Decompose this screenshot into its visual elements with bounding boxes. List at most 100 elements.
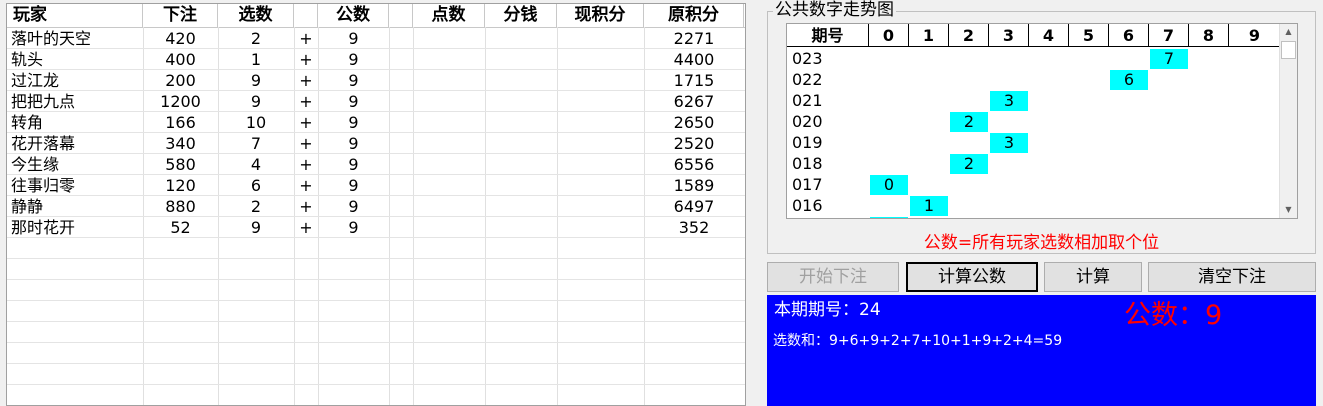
clear-bet-button[interactable]: 清空下注: [1148, 262, 1316, 292]
trend-col-digit[interactable]: 8: [1189, 24, 1229, 47]
public-value: 9: [348, 113, 359, 132]
original-score: 6497: [673, 197, 715, 216]
trend-value-cell: 1: [910, 196, 948, 216]
start-bet-button[interactable]: 开始下注: [767, 262, 899, 292]
trend-value-cell: 3: [990, 91, 1028, 111]
public-value: 9: [348, 176, 359, 195]
trend-scrollbar[interactable]: ▲ ▼: [1279, 24, 1297, 218]
pick-number: 9: [250, 218, 262, 237]
op-sign: +: [299, 134, 313, 153]
pick-number: 2: [250, 29, 262, 48]
trend-col-digit[interactable]: 9: [1229, 24, 1281, 47]
op-sign: +: [299, 218, 313, 237]
calc-public-button[interactable]: 计算公数: [906, 262, 1038, 292]
op-sign: +: [299, 29, 313, 48]
grid-hline: [7, 384, 745, 385]
col-bet[interactable]: 下注: [143, 4, 218, 27]
trend-col-digit[interactable]: 0: [869, 24, 909, 47]
trend-period: 016: [792, 196, 823, 215]
trend-col-digit[interactable]: 2: [949, 24, 989, 47]
trend-period: 021: [792, 91, 823, 110]
original-score: 1589: [673, 176, 715, 195]
col-points[interactable]: 点数: [413, 4, 485, 27]
trend-col-digit[interactable]: 1: [909, 24, 949, 47]
player-name: 那时花开: [11, 218, 76, 237]
original-score: 2650: [673, 113, 715, 132]
trend-value-cell-partial: [870, 217, 908, 218]
grid-hline: [7, 279, 745, 280]
players-grid-header: 玩家 下注 选数 公数 点数 分钱 现积分 原积分: [7, 4, 745, 28]
bet-amount: 52: [170, 218, 191, 237]
bet-amount: 580: [165, 155, 196, 174]
pick-number: 7: [250, 134, 262, 153]
col-pick[interactable]: 选数: [218, 4, 294, 27]
trend-col-digit[interactable]: 7: [1149, 24, 1189, 47]
trend-period: 018: [792, 154, 823, 173]
original-score: 1715: [673, 71, 715, 90]
pick-number: 4: [250, 155, 262, 174]
bet-amount: 340: [165, 134, 196, 153]
trend-col-digit[interactable]: 3: [989, 24, 1029, 47]
trend-title: 公共数字走势图: [773, 0, 896, 20]
col-public[interactable]: 公数: [318, 4, 389, 27]
scroll-down-arrow-icon[interactable]: ▼: [1280, 202, 1297, 218]
bet-amount: 1200: [160, 92, 201, 111]
grid-hline: [7, 258, 745, 259]
public-value: 9: [348, 155, 359, 174]
public-value: 9: [348, 134, 359, 153]
op-sign: +: [299, 176, 313, 195]
player-name: 花开落幕: [11, 134, 76, 153]
bet-amount: 200: [165, 71, 196, 90]
public-value: 9: [348, 29, 359, 48]
player-name: 今生缘: [11, 155, 60, 174]
original-score: 6267: [673, 92, 715, 111]
col-share[interactable]: 分钱: [485, 4, 557, 27]
player-name: 轨头: [11, 50, 44, 69]
col-blank[interactable]: [389, 4, 413, 27]
public-value: 9: [348, 50, 359, 69]
period-label: 本期期号：24: [774, 300, 881, 320]
player-name: 转角: [11, 113, 44, 132]
trend-col-period[interactable]: 期号: [787, 24, 869, 47]
op-sign: +: [299, 50, 313, 69]
trend-period: 022: [792, 70, 823, 89]
players-grid[interactable]: 玩家 下注 选数 公数 点数 分钱 现积分 原积分 落叶的天空 420 2 +9 227…: [6, 3, 746, 406]
bet-amount: 420: [165, 29, 196, 48]
col-original-score[interactable]: 原积分: [644, 4, 744, 27]
trend-col-digit[interactable]: 5: [1069, 24, 1109, 47]
scroll-thumb[interactable]: [1281, 41, 1296, 59]
col-player[interactable]: 玩家: [7, 4, 143, 27]
trend-col-digit[interactable]: 6: [1109, 24, 1149, 47]
op-sign: +: [299, 113, 313, 132]
original-score: 4400: [673, 50, 715, 69]
public-value: 9: [348, 197, 359, 216]
player-name: 静静: [11, 197, 44, 216]
pick-number: 6: [250, 176, 262, 195]
original-score: 352: [678, 218, 710, 237]
public-number: 公数：9: [1124, 300, 1223, 331]
grid-hline: [7, 300, 745, 301]
trend-grid[interactable]: 期号 0 1 2 3 4 5 6 7 8 9 023 7 022 6 021 3 020 2 019 3 018 2 017…: [786, 23, 1298, 219]
op-sign: +: [299, 71, 313, 90]
player-name: 过江龙: [11, 71, 60, 90]
trend-value-cell: 6: [1110, 70, 1148, 90]
grid-hline: [7, 342, 745, 343]
trend-col-digit[interactable]: 4: [1029, 24, 1069, 47]
col-current-score[interactable]: 现积分: [557, 4, 644, 27]
pick-number: 2: [250, 197, 262, 216]
col-op[interactable]: [294, 4, 318, 27]
grid-hline: [7, 321, 745, 322]
trend-period: 017: [792, 175, 823, 194]
trend-value-cell: 2: [950, 112, 988, 132]
bet-amount: 880: [165, 197, 196, 216]
original-score: 2271: [673, 29, 715, 48]
sum-text: 选数和：9+6+9+2+7+10+1+9+2+4=59: [773, 333, 1063, 349]
calc-button[interactable]: 计算: [1044, 262, 1142, 292]
original-score: 2520: [673, 134, 715, 153]
op-sign: +: [299, 92, 313, 111]
original-score: 6556: [673, 155, 715, 174]
scroll-up-arrow-icon[interactable]: ▲: [1280, 24, 1297, 40]
player-name: 落叶的天空: [11, 29, 92, 48]
pick-number: 1: [250, 50, 262, 69]
pick-number: 9: [250, 71, 262, 90]
